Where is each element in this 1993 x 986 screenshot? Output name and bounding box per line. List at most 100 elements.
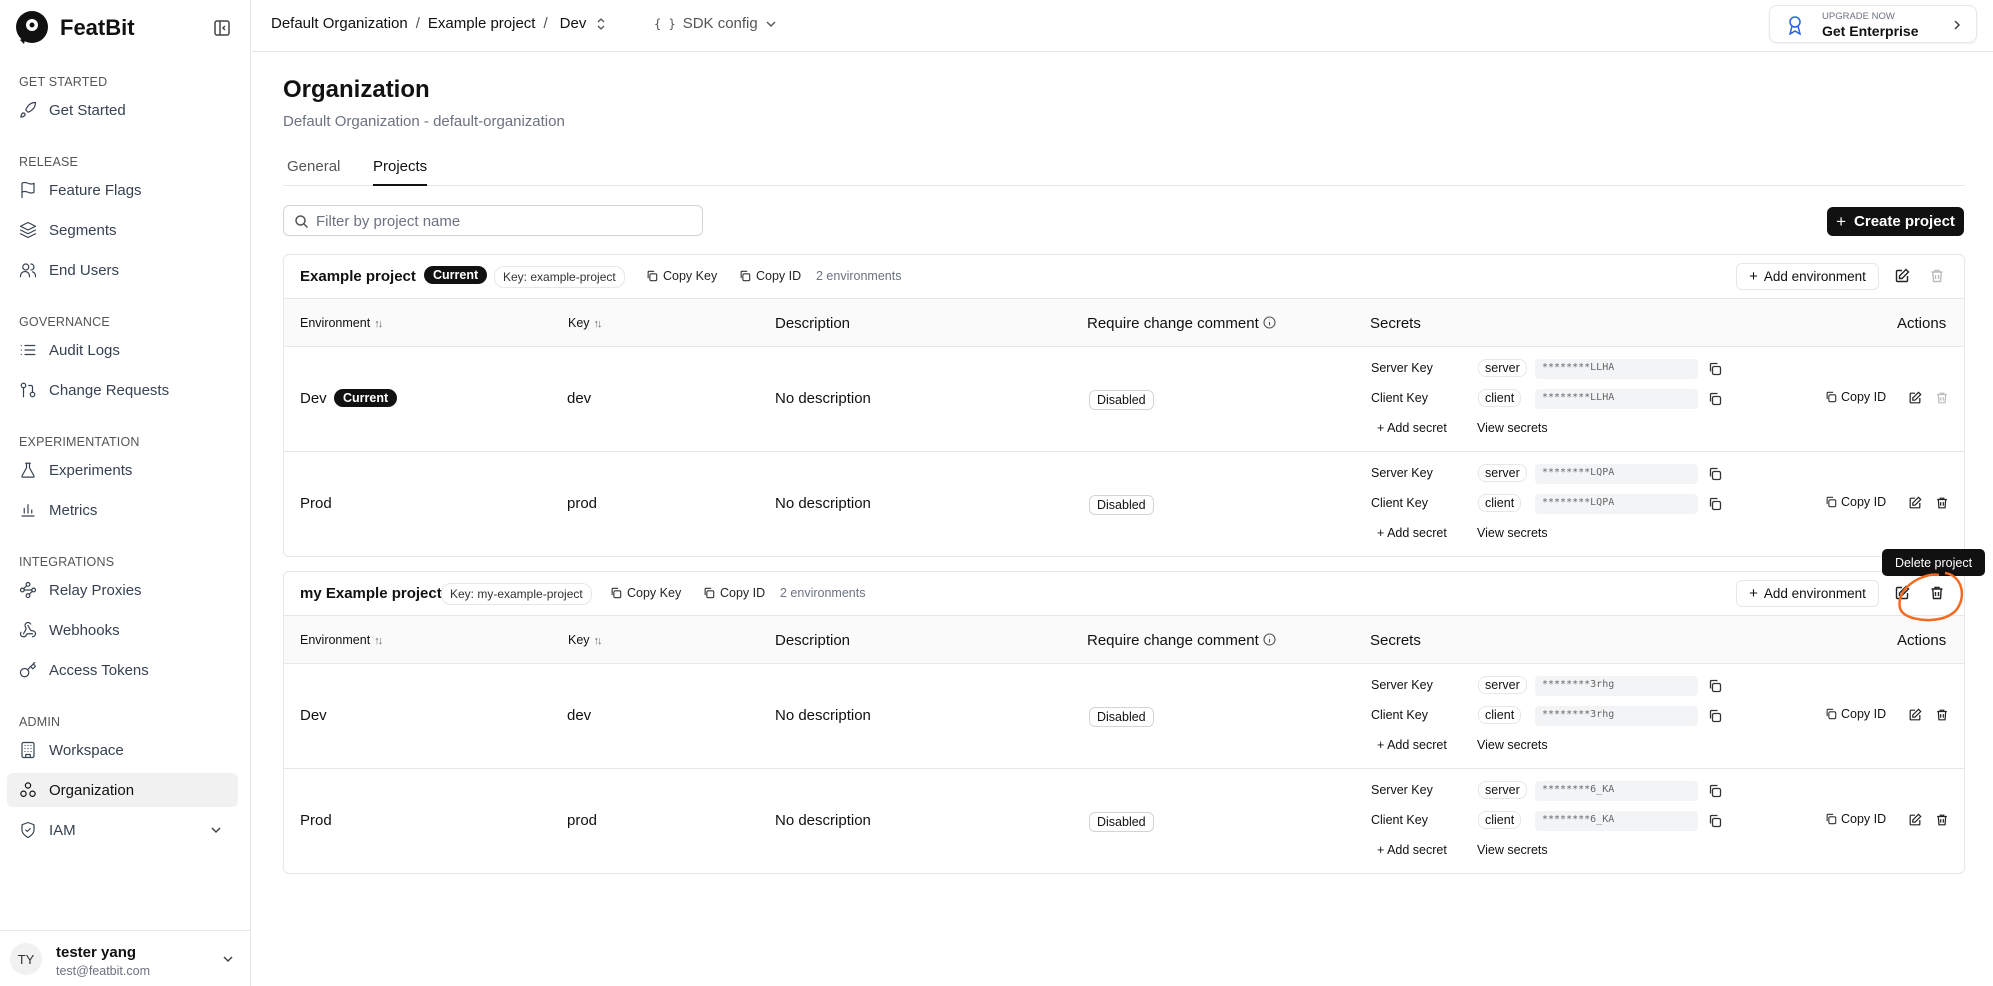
copy-icon[interactable] <box>1708 784 1722 798</box>
tab-bar: General Projects <box>283 158 1965 186</box>
column-environment[interactable]: Environment ↑↓ <box>300 316 383 330</box>
copy-icon[interactable] <box>1708 362 1722 376</box>
edit-icon[interactable] <box>1908 496 1922 510</box>
create-project-button[interactable]: + Create project <box>1827 207 1964 236</box>
tab-general[interactable]: General <box>287 158 340 186</box>
add-secret-button[interactable]: + Add secret <box>1377 526 1447 540</box>
copy-id-button[interactable]: Copy ID <box>739 269 801 283</box>
sidebar-item-feature-flags[interactable]: Feature Flags <box>7 173 238 207</box>
edit-icon[interactable] <box>1908 813 1922 827</box>
sidebar-item-organization[interactable]: Organization <box>7 773 238 807</box>
server-secret-value: ********6_KA <box>1535 781 1698 801</box>
copy-env-id-button[interactable]: Copy ID <box>1825 390 1886 404</box>
sidebar-item-relay-proxies[interactable]: Relay Proxies <box>7 573 238 607</box>
upgrade-button[interactable]: UPGRADE NOW Get Enterprise <box>1769 5 1977 43</box>
nav-section-title: GET STARTED <box>19 75 108 89</box>
sidebar-item-experiments[interactable]: Experiments <box>7 453 238 487</box>
trash-icon[interactable] <box>1929 268 1945 284</box>
sort-icon: ↑↓ <box>374 635 383 647</box>
sidebar-item-end-users[interactable]: End Users <box>7 253 238 287</box>
sidebar-item-get-started[interactable]: Get Started <box>7 93 238 127</box>
sidebar-item-audit-logs[interactable]: Audit Logs <box>7 333 238 367</box>
view-secrets-link[interactable]: View secrets <box>1477 843 1548 857</box>
sidebar-item-label: Change Requests <box>49 381 170 399</box>
copy-icon[interactable] <box>1708 392 1722 406</box>
breadcrumb-env[interactable]: Dev <box>560 15 587 32</box>
copy-icon[interactable] <box>1708 814 1722 828</box>
copy-id-label: Copy ID <box>1841 812 1887 826</box>
sidebar-item-change-requests[interactable]: Change Requests <box>7 373 238 407</box>
info-icon[interactable] <box>1263 633 1276 646</box>
annotation-circle <box>1898 571 1964 622</box>
copy-env-id-button[interactable]: Copy ID <box>1825 812 1886 826</box>
copy-icon[interactable] <box>1708 709 1722 723</box>
sidebar-item-iam[interactable]: IAM <box>7 813 238 847</box>
edit-icon[interactable] <box>1908 391 1922 405</box>
brand[interactable]: FeatBit <box>14 10 135 46</box>
copy-id-button[interactable]: Copy ID <box>703 586 765 600</box>
trash-icon[interactable] <box>1935 391 1949 405</box>
client-key-label: Client Key <box>1371 391 1428 405</box>
view-secrets-link[interactable]: View secrets <box>1477 421 1548 435</box>
copy-key-button[interactable]: Copy Key <box>610 586 681 600</box>
breadcrumb-separator: / <box>415 15 420 32</box>
copy-icon[interactable] <box>1708 679 1722 693</box>
add-secret-button[interactable]: + Add secret <box>1377 421 1447 435</box>
env-name: Dev <box>300 390 327 407</box>
column-environment[interactable]: Environment ↑↓ <box>300 633 383 647</box>
trash-icon[interactable] <box>1935 708 1949 722</box>
server-type-pill: server <box>1478 676 1527 694</box>
trash-icon[interactable] <box>1935 813 1949 827</box>
column-actions: Actions <box>1897 315 1947 332</box>
copy-icon <box>1826 708 1837 720</box>
client-key-label: Client Key <box>1371 496 1428 510</box>
project-name: my Example project <box>300 585 442 602</box>
view-secrets-link[interactable]: View secrets <box>1477 526 1548 540</box>
sidebar-toggle-icon[interactable] <box>212 18 232 38</box>
copy-icon[interactable] <box>1708 497 1722 511</box>
project-name: Example project <box>300 268 416 285</box>
edit-icon[interactable] <box>1894 268 1910 284</box>
sidebar-item-workspace[interactable]: Workspace <box>7 733 238 767</box>
client-secret-value: ********LLHA <box>1535 389 1698 409</box>
key-icon <box>19 661 37 678</box>
edit-icon[interactable] <box>1908 708 1922 722</box>
sdk-config-menu[interactable]: { } SDK config <box>654 15 778 32</box>
sidebar-item-access-tokens[interactable]: Access Tokens <box>7 653 238 687</box>
user-menu[interactable]: TY tester yang test@featbit.com <box>0 930 251 986</box>
search-input[interactable] <box>316 210 696 232</box>
sidebar-item-label: End Users <box>49 261 120 279</box>
copy-key-button[interactable]: Copy Key <box>646 269 717 283</box>
env-description: No description <box>775 812 871 829</box>
env-key: prod <box>567 812 598 829</box>
view-secrets-link[interactable]: View secrets <box>1477 738 1548 752</box>
column-secrets: Secrets <box>1370 632 1421 649</box>
info-icon[interactable] <box>1263 316 1276 329</box>
env-name: Dev <box>300 707 327 724</box>
breadcrumb-org[interactable]: Default Organization <box>271 15 408 32</box>
nav-section-title: RELEASE <box>19 155 79 169</box>
add-environment-button[interactable]: + Add environment <box>1736 580 1879 607</box>
add-secret-button[interactable]: + Add secret <box>1377 738 1447 752</box>
sidebar-item-webhooks[interactable]: Webhooks <box>7 613 238 647</box>
sidebar-item-segments[interactable]: Segments <box>7 213 238 247</box>
copy-key-label: Copy Key <box>627 586 682 600</box>
tab-projects[interactable]: Projects <box>373 158 428 186</box>
chevron-up-down-icon[interactable] <box>594 17 608 31</box>
copy-icon <box>611 587 622 599</box>
sidebar-item-label: Organization <box>49 781 135 799</box>
featbit-logo-icon <box>16 11 48 44</box>
organization-icon <box>20 782 36 797</box>
add-environment-button[interactable]: + Add environment <box>1736 263 1879 290</box>
breadcrumb-project[interactable]: Example project <box>428 15 536 32</box>
client-type-pill: client <box>1478 494 1522 512</box>
copy-icon[interactable] <box>1708 467 1722 481</box>
add-secret-button[interactable]: + Add secret <box>1377 843 1447 857</box>
column-key[interactable]: Key ↑↓ <box>568 633 603 647</box>
trash-icon[interactable] <box>1935 496 1949 510</box>
column-key[interactable]: Key ↑↓ <box>568 316 603 330</box>
sidebar-item-label: Audit Logs <box>49 341 120 359</box>
copy-env-id-button[interactable]: Copy ID <box>1825 707 1886 721</box>
sidebar-item-metrics[interactable]: Metrics <box>7 493 238 527</box>
copy-env-id-button[interactable]: Copy ID <box>1825 495 1886 509</box>
